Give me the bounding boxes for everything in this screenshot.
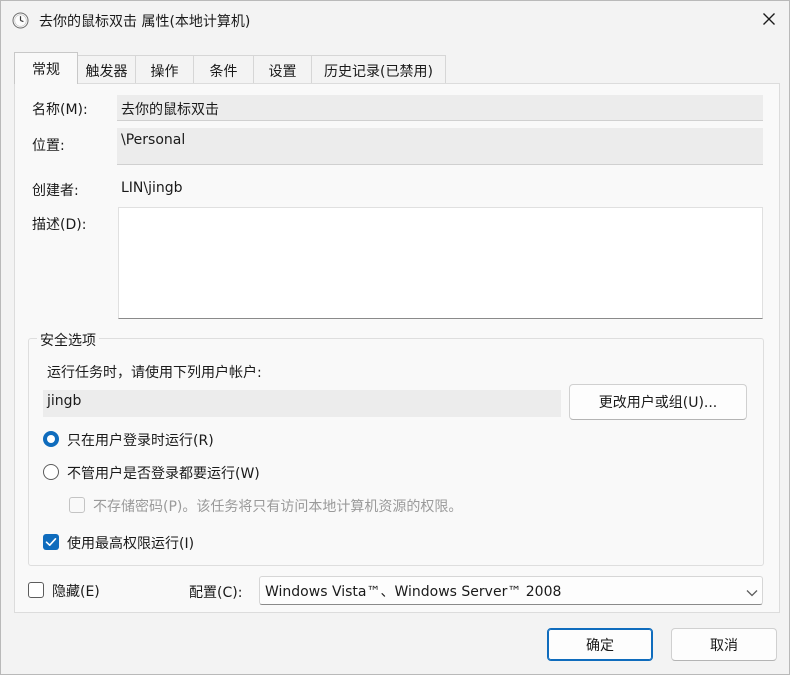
- close-button[interactable]: [753, 5, 785, 37]
- hidden-label[interactable]: 隐藏(E): [52, 581, 100, 601]
- radio-run-whether-logged-on[interactable]: [43, 464, 59, 480]
- do-not-store-password-label: 不存储密码(P)。该任务将只有访问本地计算机资源的权限。: [93, 499, 463, 515]
- tab-triggers[interactable]: 触发器: [78, 55, 136, 83]
- author-label: 创建者:: [32, 183, 79, 199]
- change-user-button[interactable]: 更改用户或组(U)...: [569, 384, 747, 420]
- tab-conditions[interactable]: 条件: [194, 55, 254, 83]
- window-title: 去你的鼠标双击 属性(本地计算机): [39, 14, 251, 30]
- location-field: \Personal: [117, 128, 763, 165]
- close-icon: [762, 12, 776, 30]
- clock-icon: [12, 12, 29, 29]
- radio-run-only-logged-on[interactable]: [43, 431, 59, 447]
- run-highest-privileges-checkbox[interactable]: [43, 534, 59, 550]
- description-field[interactable]: [118, 207, 763, 319]
- tab-label: 常规: [32, 62, 60, 78]
- radio-run-only-logged-on-label[interactable]: 只在用户登录时运行(R): [67, 430, 214, 450]
- chevron-down-icon[interactable]: [746, 585, 758, 601]
- do-not-store-password-checkbox: [69, 497, 85, 513]
- radio-run-whether-logged-on-label[interactable]: 不管用户是否登录都要运行(W): [67, 463, 260, 483]
- checkmark-icon: [45, 538, 57, 546]
- user-account-field: jingb: [43, 390, 561, 417]
- run-as-prompt: 运行任务时，请使用下列用户帐户:: [47, 365, 262, 381]
- name-field[interactable]: 去你的鼠标双击: [117, 95, 763, 121]
- cancel-button[interactable]: 取消: [671, 628, 777, 661]
- title-bar: 去你的鼠标双击 属性(本地计算机): [1, 1, 789, 41]
- description-label: 描述(D):: [32, 217, 87, 233]
- tab-settings[interactable]: 设置: [254, 55, 312, 83]
- location-label: 位置:: [32, 138, 65, 154]
- ok-button[interactable]: 确定: [547, 628, 653, 661]
- name-label: 名称(M):: [32, 102, 88, 118]
- run-highest-privileges-label[interactable]: 使用最高权限运行(I): [67, 533, 194, 553]
- tab-label: 条件: [209, 64, 238, 80]
- config-label: 配置(C):: [189, 585, 243, 601]
- tab-actions[interactable]: 操作: [136, 55, 194, 83]
- tab-label: 触发器: [85, 64, 128, 80]
- hidden-checkbox[interactable]: [28, 582, 44, 598]
- tab-label: 设置: [268, 64, 297, 80]
- tab-general[interactable]: 常规: [14, 52, 78, 84]
- author-value: LIN\jingb: [121, 180, 183, 196]
- tab-history[interactable]: 历史记录(已禁用): [312, 55, 446, 83]
- config-select[interactable]: Windows Vista™、Windows Server™ 2008: [259, 576, 763, 605]
- tab-label: 操作: [150, 64, 179, 80]
- security-options-legend: 安全选项: [37, 330, 99, 350]
- properties-dialog: 去你的鼠标双击 属性(本地计算机) 常规 触发器 操作 条件 设置 历史记录(已…: [0, 0, 790, 675]
- tab-label: 历史记录(已禁用): [324, 64, 433, 80]
